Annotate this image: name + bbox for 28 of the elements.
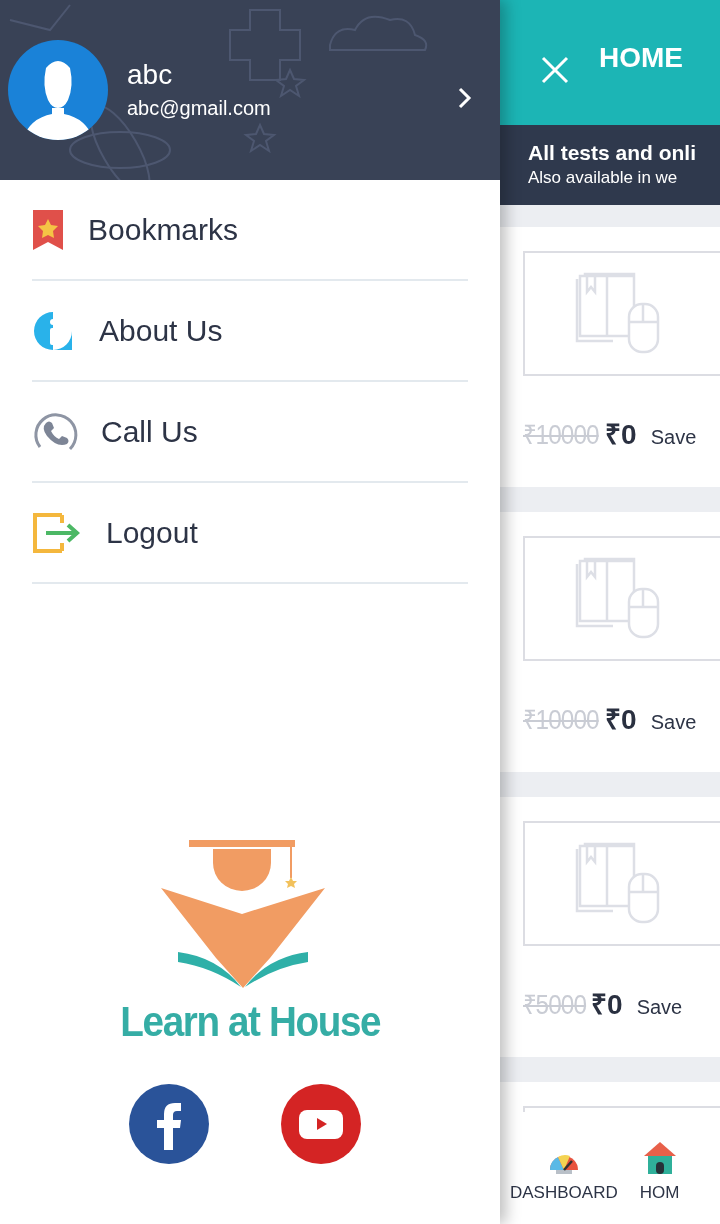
user-email: abc@gmail.com	[127, 96, 271, 121]
current-price: ₹0	[605, 703, 637, 737]
course-thumbnail-icon	[523, 821, 720, 946]
menu-item[interactable]: Call Us	[32, 382, 468, 483]
facebook-icon[interactable]	[129, 1084, 209, 1164]
menu-item[interactable]: Logout	[32, 483, 468, 584]
save-label: Save	[650, 710, 697, 735]
menu-item[interactable]: About Us	[32, 281, 468, 382]
banner-title: All tests and onli	[528, 140, 698, 166]
nav-label[interactable]: HOM	[639, 1180, 680, 1206]
user-name: abc	[127, 58, 174, 92]
profile-header[interactable]: abc abc@gmail.com	[0, 0, 500, 180]
youtube-icon[interactable]	[281, 1084, 361, 1164]
course-thumbnail-icon	[523, 251, 720, 376]
current-price: ₹0	[591, 988, 623, 1022]
info-icon	[32, 309, 74, 352]
bookmark-icon	[32, 207, 64, 252]
save-label: Save	[650, 425, 697, 450]
save-label: Save	[636, 995, 683, 1020]
banner-subtitle: Also available in we	[528, 167, 679, 189]
logout-icon	[32, 511, 80, 554]
chevron-right-icon[interactable]	[456, 86, 472, 110]
nav-label[interactable]: DASHBOARD	[510, 1180, 618, 1206]
screen-title: HOME	[599, 40, 683, 75]
menu-item[interactable]: Bookmarks	[32, 180, 468, 281]
current-price: ₹0	[605, 418, 637, 452]
course-thumbnail-icon	[523, 536, 720, 661]
brand-name: Learn at House	[120, 998, 380, 1046]
